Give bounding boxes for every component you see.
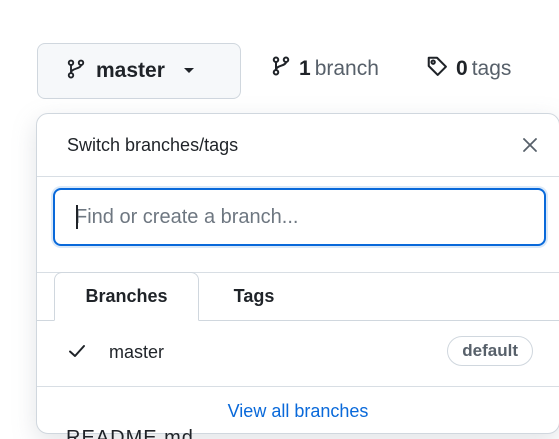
tag-icon	[426, 55, 448, 83]
tab-branches[interactable]: Branches	[54, 272, 199, 321]
branch-list-item[interactable]: master default	[37, 332, 559, 372]
close-icon[interactable]	[519, 134, 541, 156]
git-branch-icon	[271, 55, 291, 83]
filter-section	[37, 176, 559, 273]
tags-label: tags	[471, 57, 512, 80]
branches-count-link[interactable]: 1 branch	[271, 55, 379, 83]
repo-header-area: master 1 branch 0 tags Switch branches/t…	[0, 0, 559, 439]
branch-item-name: master	[109, 341, 165, 362]
branches-count: 1	[299, 57, 311, 80]
chevron-down-icon	[183, 67, 195, 75]
branch-select-button[interactable]: master	[37, 43, 241, 99]
dropdown-title: Switch branches/tags	[67, 134, 239, 155]
underlying-file-label: README.md	[66, 427, 194, 439]
default-badge: default	[447, 336, 533, 366]
tags-count: 0	[456, 57, 468, 80]
view-all-branches-link[interactable]: View all branches	[228, 401, 369, 422]
branches-label: branch	[314, 57, 379, 80]
tags-count-link[interactable]: 0 tags	[426, 55, 511, 83]
text-cursor	[76, 205, 78, 229]
branch-switcher-dropdown: Switch branches/tags Branches Tags maste…	[36, 113, 559, 434]
dropdown-header: Switch branches/tags	[37, 114, 559, 177]
tab-bar: Branches Tags	[37, 272, 559, 321]
check-icon	[67, 341, 87, 366]
branch-filter-input[interactable]	[53, 188, 546, 246]
current-branch-label: master	[96, 59, 165, 82]
git-branch-icon	[66, 58, 86, 85]
tab-tags[interactable]: Tags	[199, 272, 309, 320]
